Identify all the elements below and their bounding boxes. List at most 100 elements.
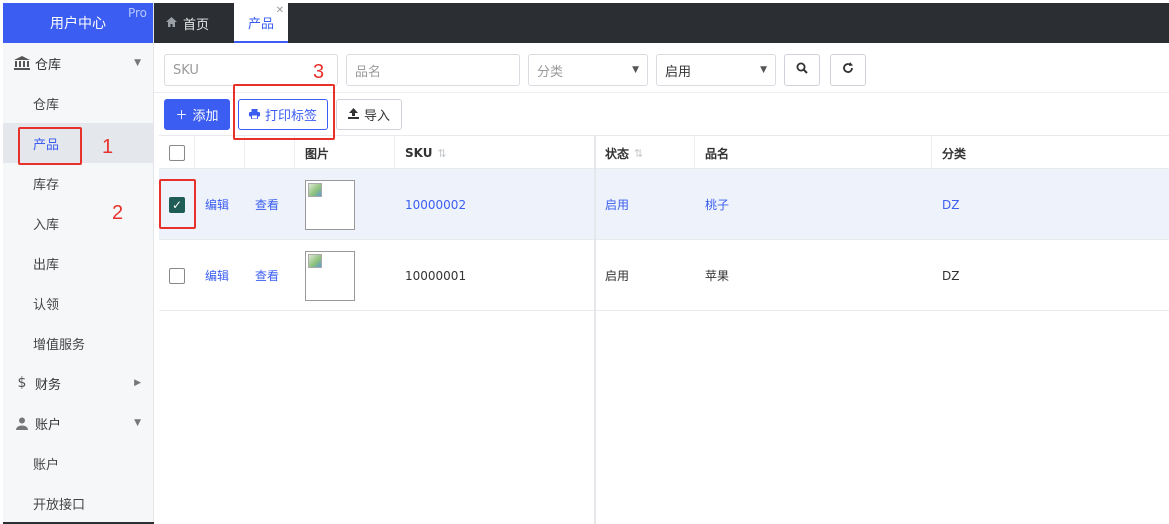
annotation-box-2 — [159, 179, 196, 229]
name-placeholder: 品名 — [355, 64, 382, 80]
import-button[interactable]: 导入 — [336, 99, 402, 130]
annotation-number-3: 3 — [313, 61, 325, 83]
column-divider — [694, 136, 695, 168]
column-header-name: 品名 — [705, 136, 729, 170]
tab-label: 产品 — [247, 16, 274, 32]
home-icon — [166, 16, 177, 30]
category-cell: DZ — [942, 268, 960, 283]
column-divider — [194, 136, 195, 168]
sidebar-item-label: 开放接口 — [33, 497, 86, 513]
caret-down-icon: ▼ — [134, 58, 141, 68]
table-row[interactable]: 编辑 查看 10000001 启用 苹果 DZ — [159, 240, 1169, 311]
tab-bar: 首页 产品 ✕ — [154, 3, 1169, 43]
sidebar-item-inventory[interactable]: 库存 — [3, 163, 153, 203]
product-image[interactable] — [305, 250, 355, 301]
add-button[interactable]: ＋ 添加 — [164, 99, 230, 130]
edit-link[interactable]: 编辑 — [205, 169, 229, 240]
annotation-box-1 — [18, 127, 82, 165]
bank-icon — [13, 56, 31, 70]
view-link[interactable]: 查看 — [255, 240, 279, 311]
column-header-sku[interactable]: SKU ⇅ — [405, 136, 447, 170]
column-divider — [294, 136, 295, 168]
column-divider — [244, 136, 245, 168]
category-cell: DZ — [942, 197, 960, 212]
table-header: 图片 SKU ⇅ 状态 ⇅ 品名 分类 — [159, 135, 1169, 169]
upload-icon — [347, 107, 359, 122]
sidebar-group-label: 账户 — [35, 417, 62, 433]
select-all-checkbox[interactable] — [169, 145, 185, 161]
name-cell: 苹果 — [705, 269, 730, 283]
sidebar-item-label: 库存 — [33, 177, 60, 193]
sidebar-group-finance[interactable]: $ 财务 ▶ — [3, 363, 153, 403]
status-value: 启用 — [665, 64, 692, 80]
sort-icon[interactable]: ⇅ — [437, 147, 446, 160]
brand-title: 用户中心 — [50, 16, 106, 32]
column-header-status[interactable]: 状态 ⇅ — [605, 136, 643, 170]
status-cell: 启用 — [605, 269, 630, 283]
sidebar-item-warehouse[interactable]: 仓库 — [3, 83, 153, 123]
column-header-label: 品名 — [705, 146, 730, 161]
broken-image-icon — [308, 182, 322, 197]
select-all-cell — [169, 136, 185, 170]
sku-cell[interactable]: 10000001 — [405, 240, 466, 311]
tab-home[interactable]: 首页 — [166, 3, 209, 43]
search-icon — [796, 62, 808, 78]
status-select[interactable]: 启用 ▼ — [656, 54, 776, 86]
table-row[interactable]: ✓ 编辑 查看 10000002 启用 桃子 DZ — [159, 169, 1169, 240]
sidebar-item-open-api[interactable]: 开放接口 — [3, 483, 153, 523]
import-label: 导入 — [363, 109, 390, 124]
user-icon — [13, 417, 31, 430]
sidebar-item-claim[interactable]: 认领 — [3, 283, 153, 323]
edit-link[interactable]: 编辑 — [205, 240, 229, 311]
column-divider — [931, 136, 932, 168]
product-image[interactable] — [305, 179, 355, 230]
sidebar-item-label: 出库 — [33, 257, 60, 273]
sidebar-item-label: 入库 — [33, 217, 60, 233]
app-root: 用户中心 Pro 仓库 ▼ 仓库 产品 库存 入库 出库 认领 增值服务 $ 财… — [0, 0, 1169, 524]
broken-image-icon — [308, 253, 322, 268]
sidebar-item-inbound[interactable]: 入库 — [3, 203, 153, 243]
tab-label: 首页 — [183, 17, 210, 33]
plus-icon: ＋ — [175, 108, 188, 122]
name-cell: 桃子 — [705, 198, 730, 212]
sku-cell[interactable]: 10000002 — [405, 169, 466, 240]
column-header-label: 图片 — [305, 146, 330, 161]
brand-header[interactable]: 用户中心 Pro — [3, 3, 153, 43]
sidebar-item-label: 账户 — [33, 457, 60, 473]
search-button[interactable] — [784, 54, 820, 86]
caret-right-icon: ▶ — [134, 378, 141, 388]
row-checkbox[interactable] — [169, 267, 185, 284]
sidebar-item-outbound[interactable]: 出库 — [3, 243, 153, 283]
column-divider — [394, 136, 395, 168]
sidebar-group-label: 财务 — [35, 377, 62, 393]
annotation-number-2: 2 — [112, 202, 124, 224]
column-header-label: 分类 — [942, 146, 967, 161]
sku-placeholder: SKU — [173, 62, 199, 78]
sort-icon[interactable]: ⇅ — [634, 147, 643, 160]
column-header-image: 图片 — [305, 136, 329, 170]
caret-down-icon: ▼ — [760, 65, 767, 75]
add-label: 添加 — [192, 109, 219, 124]
refresh-icon — [842, 62, 854, 78]
name-input[interactable]: 品名 — [346, 54, 520, 86]
sidebar-item-value-added[interactable]: 增值服务 — [3, 323, 153, 363]
dollar-icon: $ — [17, 375, 27, 391]
pro-badge: Pro — [127, 6, 147, 20]
sidebar-item-label: 仓库 — [33, 97, 60, 113]
annotation-box-3 — [233, 84, 335, 140]
tab-product[interactable]: 产品 ✕ — [234, 3, 288, 43]
sku-input[interactable]: SKU — [164, 54, 338, 86]
annotation-number-1: 1 — [102, 136, 114, 158]
fixed-column-divider — [594, 135, 596, 524]
caret-down-icon: ▼ — [134, 418, 141, 428]
view-link[interactable]: 查看 — [255, 169, 279, 240]
category-select[interactable]: 分类 ▼ — [528, 54, 648, 86]
category-value: 分类 — [537, 64, 564, 80]
sidebar-group-warehouse[interactable]: 仓库 ▼ — [3, 43, 153, 83]
close-icon[interactable]: ✕ — [276, 5, 284, 16]
refresh-button[interactable] — [830, 54, 866, 86]
sidebar-item-account[interactable]: 账户 — [3, 443, 153, 483]
column-header-category: 分类 — [942, 136, 966, 170]
product-table: 图片 SKU ⇅ 状态 ⇅ 品名 分类 ✓ 编辑 查看 10000002 启用 桃子… — [159, 135, 1169, 524]
sidebar-group-account[interactable]: 账户 ▼ — [3, 403, 153, 443]
